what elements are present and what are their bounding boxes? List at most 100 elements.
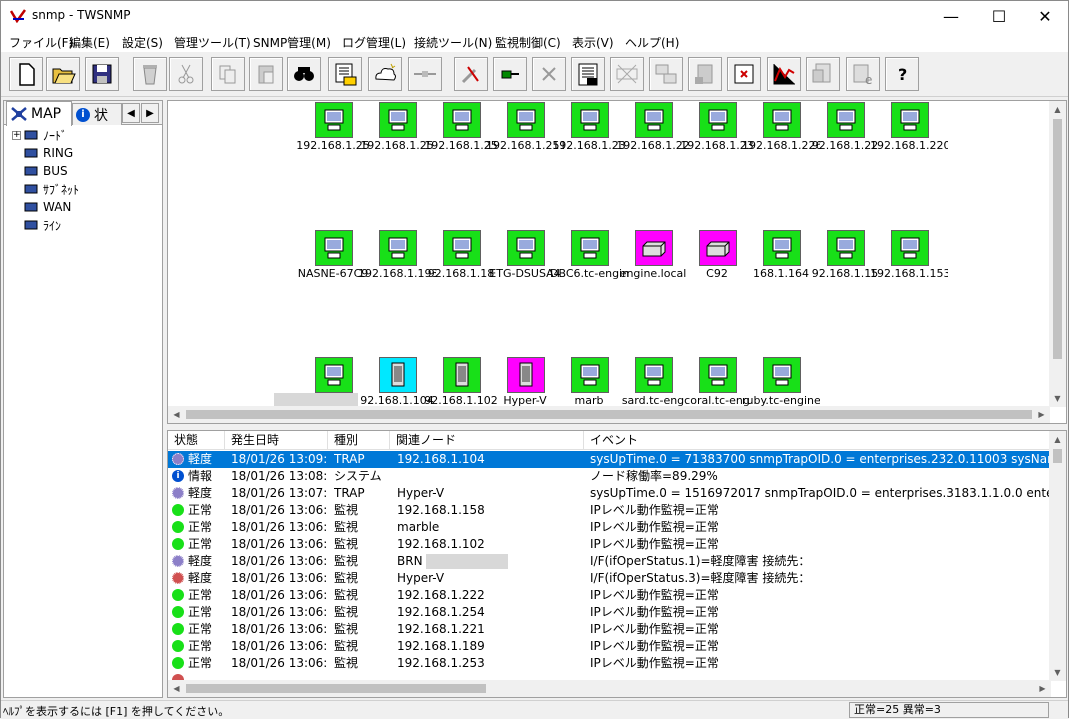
table-row[interactable]: 正常 18/01/26 13:06:15 監視 192.168.1.254 IPレベル動… bbox=[168, 604, 1051, 621]
map-horizontal-scrollbar[interactable]: ◀ ▶ bbox=[168, 406, 1050, 423]
scroll-thumb[interactable] bbox=[186, 410, 1032, 419]
scroll-up-arrow[interactable]: ▲ bbox=[1049, 431, 1066, 448]
node-icon-box[interactable] bbox=[827, 230, 865, 266]
stop-button[interactable] bbox=[727, 57, 761, 91]
node-icon-box[interactable] bbox=[571, 230, 609, 266]
menu-item[interactable]: 表示(V) bbox=[572, 34, 614, 51]
scroll-left-arrow[interactable]: ◀ bbox=[168, 680, 185, 697]
close-x-button[interactable] bbox=[532, 57, 566, 91]
scroll-thumb[interactable] bbox=[1053, 449, 1062, 463]
menu-item[interactable]: ログ管理(L) bbox=[342, 34, 406, 51]
tab-scroll-left-button[interactable]: ◀ bbox=[122, 103, 140, 123]
delete-button[interactable] bbox=[133, 57, 167, 91]
tab-map[interactable]: MAP bbox=[6, 101, 72, 126]
column-header[interactable]: 関連ノード bbox=[390, 431, 584, 450]
node-icon-box[interactable] bbox=[507, 357, 545, 393]
node-icon-box[interactable] bbox=[699, 357, 737, 393]
node-icon-box[interactable] bbox=[891, 230, 929, 266]
event-log-list[interactable]: 状態発生日時種別関連ノードイベント 軽度 18/01/26 13:09:17 TRA… bbox=[167, 430, 1067, 698]
report-button[interactable] bbox=[806, 57, 840, 91]
map-node[interactable]: 192.168.1.220 bbox=[870, 102, 948, 154]
tab-scroll-right-button[interactable]: ▶ bbox=[141, 103, 159, 123]
node-icon-box[interactable] bbox=[763, 102, 801, 138]
log-vertical-scrollbar[interactable]: ▲ ▼ bbox=[1049, 431, 1066, 681]
tree-item-bus[interactable]: BUS bbox=[12, 162, 68, 180]
map-vertical-scrollbar[interactable]: ▲ ▼ bbox=[1049, 101, 1066, 407]
scroll-right-arrow[interactable]: ▶ bbox=[1034, 680, 1051, 697]
menu-item[interactable]: 監視制御(C) bbox=[495, 34, 561, 51]
cut-button[interactable] bbox=[169, 57, 203, 91]
column-header[interactable]: 発生日時 bbox=[225, 431, 328, 450]
map-node[interactable]: ruby.tc-engine.local bbox=[742, 357, 820, 409]
graph-button[interactable] bbox=[767, 57, 801, 91]
table-row[interactable]: 正常 18/01/26 13:06:16 監視 192.168.1.102 IPレベル動… bbox=[168, 536, 1051, 553]
menu-item[interactable]: ヘルプ(H) bbox=[625, 34, 679, 51]
table-row[interactable]: 正常 18/01/26 13:06:16 監視 marble IPレベル動作監視=正常 bbox=[168, 519, 1051, 536]
node-icon-box[interactable] bbox=[763, 357, 801, 393]
tree-item-node[interactable]: + ﾉｰﾄﾞ bbox=[12, 126, 67, 144]
scroll-left-arrow[interactable]: ◀ bbox=[168, 406, 185, 423]
server-button[interactable] bbox=[688, 57, 722, 91]
scroll-thumb[interactable] bbox=[1053, 119, 1062, 359]
table-row[interactable]: 正常 18/01/26 13:06:15 監視 192.168.1.253 IPレベル動… bbox=[168, 655, 1051, 672]
open-folder-button[interactable] bbox=[46, 57, 80, 91]
cloud-button[interactable] bbox=[368, 57, 402, 91]
node-icon-box[interactable] bbox=[635, 357, 673, 393]
pc-link-button[interactable] bbox=[649, 57, 683, 91]
expand-icon[interactable]: + bbox=[12, 130, 21, 140]
paste-button[interactable] bbox=[249, 57, 283, 91]
scroll-down-arrow[interactable]: ▼ bbox=[1049, 664, 1066, 681]
web-button[interactable]: e bbox=[846, 57, 880, 91]
tools-button[interactable] bbox=[454, 57, 488, 91]
log-button[interactable] bbox=[571, 57, 605, 91]
column-header[interactable]: 種別 bbox=[328, 431, 390, 450]
menu-item[interactable]: 編集(E) bbox=[69, 34, 110, 51]
node-icon-box[interactable] bbox=[763, 230, 801, 266]
table-row[interactable]: 軽度 18/01/26 13:07:14 TRAP Hyper-V sysUpTime.… bbox=[168, 485, 1051, 502]
title-bar[interactable]: snmp - TWSNMP — ☐ ✕ bbox=[1, 1, 1068, 31]
node-icon-box[interactable] bbox=[443, 357, 481, 393]
node-icon-box[interactable] bbox=[571, 357, 609, 393]
node-icon-box[interactable] bbox=[699, 230, 737, 266]
node-icon-box[interactable] bbox=[315, 230, 353, 266]
node-icon-box[interactable] bbox=[699, 102, 737, 138]
map-node-button[interactable] bbox=[328, 57, 362, 91]
copy-button[interactable] bbox=[211, 57, 245, 91]
table-row[interactable]: 正常 18/01/26 13:06:15 監視 192.168.1.222 IPレベル動… bbox=[168, 587, 1051, 604]
table-row[interactable]: 正常 18/01/26 13:06:15 監視 192.168.1.189 IPレベル動… bbox=[168, 638, 1051, 655]
tree-item-line[interactable]: ﾗｲﾝ bbox=[12, 216, 61, 234]
scroll-thumb[interactable] bbox=[186, 684, 486, 693]
node-icon-box[interactable] bbox=[379, 230, 417, 266]
node-icon-box[interactable] bbox=[315, 357, 353, 393]
node-icon-box[interactable] bbox=[315, 102, 353, 138]
table-row[interactable]: 軽度 18/01/26 13:09:17 TRAP 192.168.1.104 sysU… bbox=[168, 451, 1051, 468]
node-icon-box[interactable] bbox=[507, 230, 545, 266]
table-row[interactable]: 正常 18/01/26 13:06:15 監視 192.168.1.221 IPレベル動… bbox=[168, 621, 1051, 638]
save-button[interactable] bbox=[85, 57, 119, 91]
new-file-button[interactable] bbox=[9, 57, 43, 91]
connect-button[interactable] bbox=[493, 57, 527, 91]
network-button[interactable] bbox=[610, 57, 644, 91]
menu-item[interactable]: ファイル(F) bbox=[9, 34, 73, 51]
map-node[interactable]: 192.168.1.153 bbox=[870, 230, 948, 282]
node-icon-box[interactable] bbox=[635, 102, 673, 138]
help-button[interactable]: ? bbox=[885, 57, 919, 91]
node-icon-box[interactable] bbox=[827, 102, 865, 138]
node-icon-box[interactable] bbox=[443, 102, 481, 138]
line-button[interactable] bbox=[408, 57, 442, 91]
menu-item[interactable]: SNMP管理(M) bbox=[253, 34, 331, 51]
close-button[interactable]: ✕ bbox=[1022, 1, 1068, 31]
menu-item[interactable]: 管理ツール(T) bbox=[174, 34, 251, 51]
log-horizontal-scrollbar[interactable]: ◀ ▶ bbox=[168, 680, 1051, 697]
column-header[interactable]: 状態 bbox=[168, 431, 225, 450]
node-icon-box[interactable] bbox=[443, 230, 481, 266]
minimize-button[interactable]: — bbox=[928, 1, 974, 31]
find-button[interactable] bbox=[287, 57, 321, 91]
tree-item-ring[interactable]: RING bbox=[12, 144, 73, 162]
table-row[interactable]: 軽度18/01/26 13:06:16監視BRNI/F(ifOperStatus… bbox=[168, 553, 1051, 570]
node-icon-box[interactable] bbox=[379, 357, 417, 393]
scroll-down-arrow[interactable]: ▼ bbox=[1049, 390, 1066, 407]
menu-item[interactable]: 接続ツール(N) bbox=[414, 34, 492, 51]
tab-status[interactable]: i 状 bbox=[72, 103, 122, 125]
table-row[interactable]: 正常 18/01/26 13:06:16 監視 192.168.1.158 IPレベル動… bbox=[168, 502, 1051, 519]
